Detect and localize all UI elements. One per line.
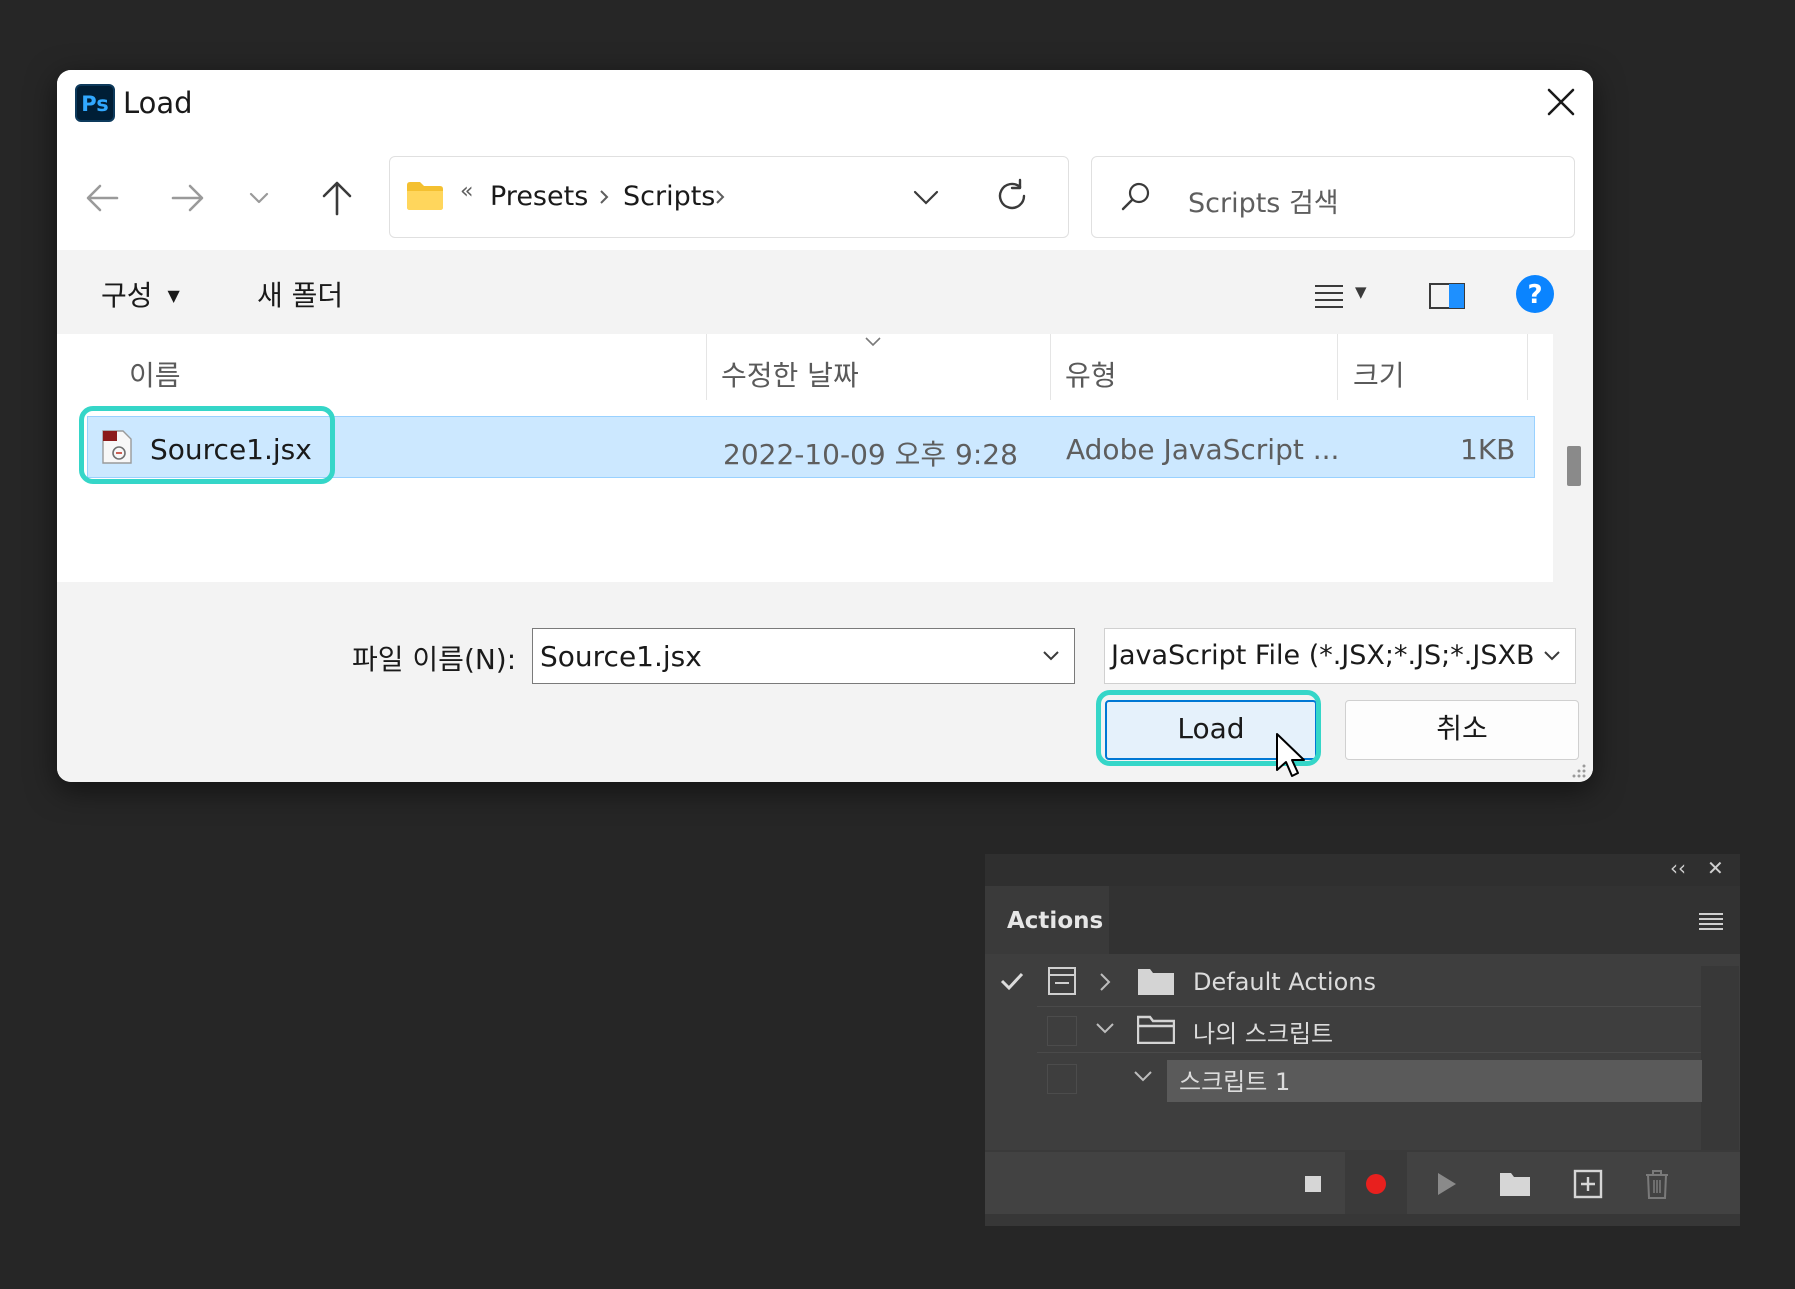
tab-actions[interactable]: Actions [985, 886, 1109, 954]
column-header-date[interactable]: 수정한 날짜 [721, 354, 859, 394]
row-divider [1037, 1052, 1701, 1053]
chevron-down-icon[interactable] [1038, 643, 1064, 669]
column-header-name[interactable]: 이름 [129, 354, 181, 394]
breadcrumb-presets[interactable]: Presets [490, 181, 588, 212]
new-folder-button[interactable]: 새 폴더 [257, 274, 343, 314]
panel-resize-grip[interactable] [985, 1214, 1740, 1226]
organize-menu[interactable]: 구성 ▼ [101, 274, 180, 314]
address-bar[interactable]: « Presets Scripts [389, 156, 1069, 238]
chevron-down-icon [1539, 643, 1565, 669]
preview-pane-button[interactable] [1427, 278, 1467, 318]
help-icon: ? [1516, 275, 1554, 313]
mouse-cursor-icon [1276, 733, 1305, 777]
play-icon[interactable] [1425, 1164, 1465, 1204]
photoshop-app-icon: Ps [75, 84, 115, 122]
breadcrumb-separator-icon[interactable] [712, 185, 728, 213]
dialog-toggle-box[interactable] [1047, 1064, 1077, 1094]
panel-menu-icon[interactable] [1697, 910, 1725, 932]
new-set-folder-icon[interactable] [1495, 1164, 1535, 1204]
column-divider [1337, 334, 1338, 400]
list-view-icon [1315, 285, 1343, 308]
vertical-scrollbar[interactable] [1553, 334, 1593, 582]
dialog-title: Load [123, 86, 193, 120]
chevron-down-icon[interactable] [1093, 1020, 1117, 1038]
dialog-toggle-icon[interactable] [1047, 966, 1077, 996]
action-set-label: 나의 스크립트 [1193, 1020, 1334, 1048]
recent-locations-button[interactable] [241, 172, 277, 224]
caret-down-icon: ▼ [1355, 283, 1367, 301]
column-divider [1050, 334, 1051, 400]
folder-icon [407, 182, 443, 210]
file-type: Adobe JavaScript ... [1066, 433, 1340, 466]
preview-pane-icon [1429, 283, 1465, 309]
column-header-type[interactable]: 유형 [1065, 354, 1117, 394]
arrow-up-icon [322, 181, 352, 216]
action-set-label: Default Actions [1193, 968, 1376, 996]
arrow-left-icon [86, 184, 119, 212]
column-divider [1527, 334, 1528, 400]
stop-icon[interactable] [1293, 1164, 1333, 1204]
column-divider [706, 334, 707, 400]
up-folder-button[interactable] [311, 172, 363, 224]
new-action-icon[interactable] [1568, 1164, 1608, 1204]
search-input[interactable]: Scripts 검색 [1188, 181, 1339, 220]
help-button[interactable]: ? [1515, 274, 1555, 318]
cancel-button[interactable]: 취소 [1345, 700, 1579, 760]
search-box[interactable]: Scripts 검색 [1091, 156, 1575, 238]
chevron-down-icon [913, 190, 939, 205]
checkmark-icon[interactable] [999, 970, 1025, 992]
record-icon[interactable] [1356, 1164, 1396, 1204]
chevron-down-icon[interactable] [1131, 1068, 1155, 1086]
folder-icon [1138, 969, 1174, 995]
close-icon [1547, 88, 1575, 116]
scrollbar-thumb[interactable] [1567, 446, 1581, 486]
dialog-titlebar [57, 70, 1593, 140]
file-list: 이름 수정한 날짜 유형 크기 Source1.jsx 2022-10-09 오… [57, 334, 1553, 582]
highlight-annotation [79, 406, 335, 484]
file-name-input[interactable]: Source1.jsx [532, 628, 1075, 684]
search-icon [1121, 182, 1150, 211]
organize-label: 구성 [101, 279, 153, 312]
resize-grip-icon[interactable] [1570, 762, 1588, 780]
refresh-icon [998, 178, 1026, 210]
folder-open-icon [1137, 1015, 1175, 1044]
close-dialog-button[interactable] [1537, 78, 1585, 126]
view-dropdown-button[interactable]: ▼ [1355, 282, 1367, 301]
breadcrumb-separator-icon[interactable] [596, 185, 612, 213]
chevron-right-icon[interactable] [1097, 970, 1113, 994]
dialog-toggle-box[interactable] [1047, 1016, 1077, 1046]
file-name-label: 파일 이름(N): [352, 643, 517, 676]
column-header-size[interactable]: 크기 [1353, 354, 1405, 394]
arrow-right-icon [171, 184, 204, 212]
panel-header [985, 854, 1740, 886]
file-type-select[interactable]: JavaScript File (*.JSX;*.JS;*.JSXB [1104, 628, 1576, 684]
address-history-button[interactable] [908, 179, 944, 219]
back-button[interactable] [77, 172, 129, 224]
action-item-label: 스크립트 1 [1179, 1068, 1291, 1096]
panel-scrollbar[interactable] [1701, 966, 1739, 1150]
svg-text:?: ? [1527, 280, 1542, 310]
file-name-value: Source1.jsx [540, 640, 702, 673]
forward-button[interactable] [161, 172, 213, 224]
close-panel-button[interactable]: ✕ [1707, 856, 1724, 880]
sort-chevron-icon [863, 334, 883, 353]
breadcrumb-overflow[interactable]: « [460, 179, 473, 204]
file-type-value: JavaScript File (*.JSX;*.JS;*.JSXB [1111, 640, 1535, 671]
tab-actions-label: Actions [1007, 908, 1104, 934]
row-divider [1037, 1006, 1701, 1007]
caret-down-icon: ▼ [167, 286, 180, 305]
actions-panel: ‹‹ ✕ Actions Default Actions 나의 스크립트 스크립 [985, 854, 1740, 1226]
refresh-button[interactable] [993, 177, 1031, 219]
file-modified: 2022-10-09 오후 9:28 [723, 438, 1018, 471]
file-size: 1KB [1460, 433, 1516, 466]
chevron-down-icon [249, 192, 269, 204]
trash-icon[interactable] [1637, 1164, 1677, 1204]
view-options-button[interactable] [1311, 278, 1347, 318]
breadcrumb-scripts[interactable]: Scripts [623, 181, 715, 212]
collapse-panel-button[interactable]: ‹‹ [1670, 856, 1686, 880]
